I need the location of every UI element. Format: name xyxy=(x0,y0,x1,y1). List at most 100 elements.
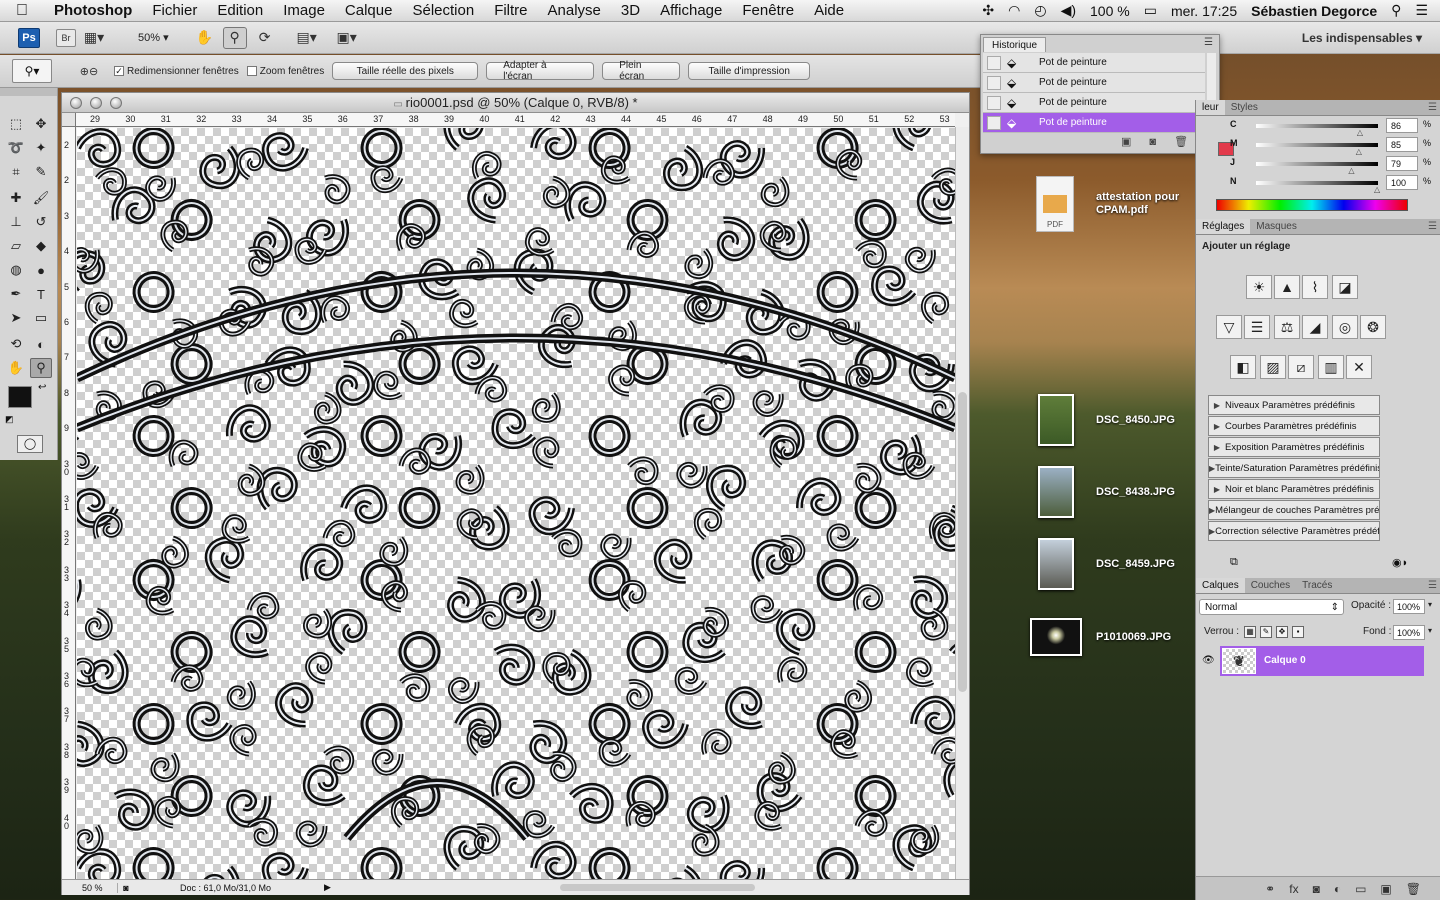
desktop-file-dsc8459[interactable]: DSC_8459.JPG xyxy=(1038,538,1175,590)
add-mask-icon[interactable]: ◙ xyxy=(1313,882,1320,896)
swap-colors-icon[interactable]: ↩ xyxy=(38,382,46,393)
bluetooth-icon[interactable]: ✣ xyxy=(982,2,994,19)
panel-menu-icon[interactable]: ☰ xyxy=(1422,100,1440,115)
brightness-icon[interactable]: ☀ xyxy=(1246,275,1272,299)
snapshot-icon[interactable]: ◙ xyxy=(1149,136,1174,148)
cmyk-slider-track[interactable] xyxy=(1256,181,1378,185)
threshold-icon[interactable]: ⧄ xyxy=(1288,355,1314,379)
3d-rotate-icon[interactable]: ⟲ xyxy=(5,334,27,354)
panel-menu-icon[interactable]: ☰ xyxy=(1204,37,1213,48)
3d-orbit-icon[interactable]: ◐ xyxy=(30,334,52,354)
blend-mode-select[interactable]: Normal ⇕ xyxy=(1199,599,1344,615)
adjustment-preset-item[interactable]: ▶ Niveaux Paramètres prédéfinis xyxy=(1208,395,1380,415)
vertical-ruler[interactable]: 2 2 3 4 5 6 7 8 9 3 0 3 1 3 2 3 3 3 4 3 5 3 6 3 7 3 8 3 9 4… xyxy=(62,127,76,879)
cmyk-value-field[interactable]: 100 xyxy=(1386,175,1418,190)
cmyk-value-field[interactable]: 79 xyxy=(1386,156,1418,171)
disclosure-triangle-icon[interactable]: ▶ xyxy=(1209,401,1225,410)
exposure-icon[interactable]: ◪ xyxy=(1332,275,1358,299)
tab-traces[interactable]: Tracés xyxy=(1296,578,1338,593)
horizontal-ruler[interactable]: 29 30 31 32 33 34 35 36 37 38 39 40 41 42 43 44 45 46 47 48… xyxy=(76,113,955,127)
color-spectrum-bar[interactable] xyxy=(1216,199,1408,211)
eraser-icon[interactable]: ▱ xyxy=(5,236,27,256)
menu-affichage[interactable]: Affichage xyxy=(650,2,732,19)
menu-selection[interactable]: Sélection xyxy=(402,2,484,19)
new-document-from-state-icon[interactable]: ▣ xyxy=(1121,136,1149,148)
lock-position-icon[interactable]: ✥ xyxy=(1276,626,1288,638)
hand-tool-icon[interactable]: ✋ xyxy=(5,358,27,378)
full-screen-button[interactable]: Plein écran xyxy=(602,60,681,82)
black-white-icon[interactable]: ◢ xyxy=(1302,315,1328,339)
slider-handle-icon[interactable]: △ xyxy=(1374,185,1380,194)
lock-transparency-icon[interactable]: ▦ xyxy=(1244,626,1256,638)
cmyk-slider-track[interactable] xyxy=(1256,162,1378,166)
delete-layer-icon[interactable]: 🗑 xyxy=(1406,882,1421,896)
gradient-map-icon[interactable]: ▥ xyxy=(1318,355,1344,379)
zoom-tool-icon[interactable]: ⚲ xyxy=(222,26,247,49)
tab-reglages[interactable]: Réglages xyxy=(1196,219,1251,234)
battery-icon[interactable]: ▭ xyxy=(1144,2,1157,19)
disclosure-triangle-icon[interactable]: ▶ xyxy=(1209,443,1225,452)
foreground-color-swatch[interactable] xyxy=(8,386,32,408)
tab-masques[interactable]: Masques xyxy=(1250,219,1303,234)
resize-windows-checkbox[interactable]: ✓ Redimensionner fenêtres xyxy=(114,66,239,77)
menu-filtre[interactable]: Filtre xyxy=(484,2,537,19)
vertical-scrollbar[interactable] xyxy=(955,127,969,879)
arrange-documents-icon[interactable]: ▤▾ xyxy=(295,27,319,49)
history-source-checkbox[interactable] xyxy=(987,75,1001,90)
bridge-launch-button[interactable]: Br xyxy=(56,28,76,47)
volume-icon[interactable]: ◀) xyxy=(1061,2,1076,19)
lasso-icon[interactable]: ➰ xyxy=(5,138,27,158)
history-state[interactable]: ⬙ Pot de peinture xyxy=(983,73,1205,93)
disclosure-triangle-icon[interactable]: ▶ xyxy=(1209,485,1225,494)
layer-row[interactable]: ❦ Calque 0 xyxy=(1220,646,1424,676)
menu-image[interactable]: Image xyxy=(273,2,335,19)
zoom-in-out-icon[interactable]: ⊕⊖ xyxy=(72,60,106,82)
battery-label[interactable]: 100 % xyxy=(1090,3,1130,19)
lock-all-icon[interactable]: ▪ xyxy=(1292,626,1304,638)
adjustment-preset-item[interactable]: ▶ Courbes Paramètres prédéfinis xyxy=(1208,416,1380,436)
history-state[interactable]: ⬙ Pot de peinture xyxy=(983,93,1205,113)
paint-bucket-icon[interactable]: ◆ xyxy=(30,236,52,256)
cmyk-value-field[interactable]: 86 xyxy=(1386,118,1418,133)
selective-color-icon[interactable]: ✕ xyxy=(1346,355,1372,379)
status-zoom-field[interactable]: 50 % xyxy=(62,882,118,893)
path-selection-icon[interactable]: ➤ xyxy=(5,308,27,328)
history-state[interactable]: ⬙ Pot de peinture xyxy=(983,113,1205,133)
user-name[interactable]: Sébastien Degorce xyxy=(1251,3,1377,19)
spotlight-icon[interactable]: ⚲ xyxy=(1391,2,1401,19)
quick-mask-icon[interactable]: ◯ xyxy=(17,435,43,453)
desktop-file-pdf[interactable]: PDF attestation pour CPAM.pdf xyxy=(1036,176,1206,232)
photo-filter-icon[interactable]: ◎ xyxy=(1332,315,1358,339)
panel-menu-icon[interactable]: ☰ xyxy=(1422,219,1440,234)
fill-arrow-icon[interactable]: ▾ xyxy=(1428,626,1432,635)
history-brush-icon[interactable]: ↺ xyxy=(30,212,52,232)
marquee-icon[interactable]: ⬚ xyxy=(5,114,27,134)
disclosure-triangle-icon[interactable]: ▶ xyxy=(1209,422,1225,431)
desktop-file-p1010069[interactable]: P1010069.JPG xyxy=(1030,618,1171,656)
fit-screen-button[interactable]: Adapter à l'écran xyxy=(486,60,595,82)
vertical-scroll-thumb[interactable] xyxy=(958,392,967,692)
slider-handle-icon[interactable]: △ xyxy=(1348,166,1354,175)
view-extras-icon[interactable]: ▦▾ xyxy=(82,27,106,49)
adjustment-preset-item[interactable]: ▶ Noir et blanc Paramètres prédéfinis xyxy=(1208,479,1380,499)
minimize-window-icon[interactable] xyxy=(90,97,102,109)
opacity-arrow-icon[interactable]: ▾ xyxy=(1428,600,1432,609)
posterize-icon[interactable]: ▨ xyxy=(1260,355,1286,379)
color-balance-icon[interactable]: ⚖ xyxy=(1274,315,1300,339)
horizontal-scroll-thumb[interactable] xyxy=(560,884,755,891)
history-source-checkbox[interactable] xyxy=(987,95,1001,110)
adjustment-preset-item[interactable]: ▶ Exposition Paramètres prédéfinis xyxy=(1208,437,1380,457)
history-source-checkbox[interactable] xyxy=(987,55,1001,70)
desktop-file-dsc8438[interactable]: DSC_8438.JPG xyxy=(1038,466,1175,518)
history-source-checkbox[interactable] xyxy=(987,115,1001,130)
workspace-switcher[interactable]: Les indispensables ▾ xyxy=(1302,31,1422,45)
invert-icon[interactable]: ◧ xyxy=(1230,355,1256,379)
lock-pixels-icon[interactable]: ✎ xyxy=(1260,626,1272,638)
menu-calque[interactable]: Calque xyxy=(335,2,403,19)
brush-icon[interactable]: 🖌 xyxy=(30,188,52,208)
clock[interactable]: mer. 17:25 xyxy=(1171,3,1237,19)
rotate-view-icon[interactable]: ⟳ xyxy=(253,27,277,49)
panel-menu-icon[interactable]: ☰ xyxy=(1422,578,1440,593)
status-info-icon[interactable]: ◙ xyxy=(118,883,134,893)
healing-icon[interactable]: ✚ xyxy=(5,188,27,208)
